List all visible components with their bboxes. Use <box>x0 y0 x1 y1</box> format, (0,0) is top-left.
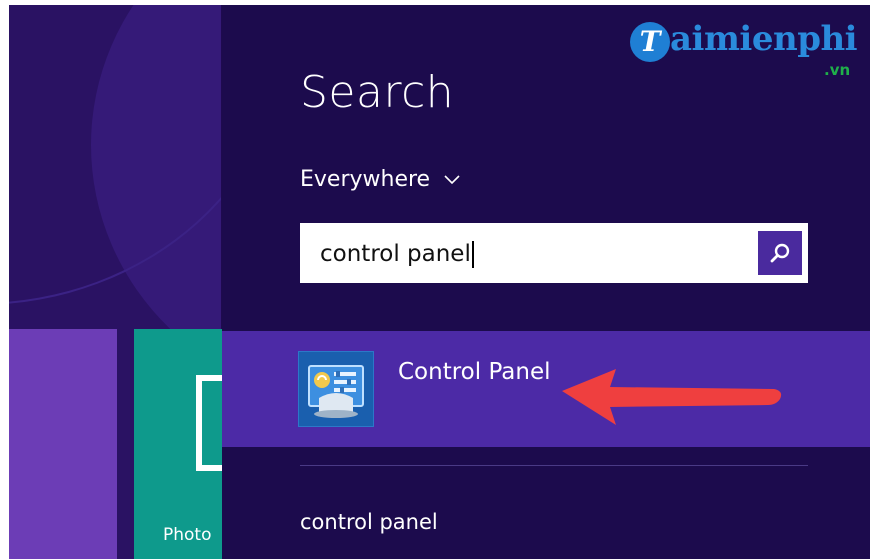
logo-suffix: .vn <box>824 61 851 79</box>
search-scope-label: Everywhere <box>300 167 431 192</box>
search-scope-dropdown[interactable]: Everywhere <box>300 167 460 192</box>
photos-tile[interactable]: Photo <box>134 329 234 559</box>
divider <box>300 465 808 466</box>
chevron-down-icon <box>444 174 460 185</box>
search-title: Search <box>300 67 455 118</box>
logo-badge: T <box>630 22 670 62</box>
search-button[interactable] <box>758 231 802 275</box>
text-caret <box>471 241 474 268</box>
photos-tile-label: Photo <box>163 525 212 545</box>
search-pane: Search Everywhere control panel Control … <box>222 5 870 559</box>
search-input-value: control panel <box>320 241 471 267</box>
magnifier-icon <box>770 243 790 263</box>
search-result-label: Control Panel <box>398 359 551 385</box>
search-suggestion[interactable]: control panel <box>300 510 438 534</box>
logo-wordmark: aimienphi <box>670 19 858 59</box>
control-panel-icon <box>298 351 374 427</box>
red-arrow-annotation <box>562 369 782 425</box>
taimienphi-logo: T aimienphi .vn <box>630 17 870 87</box>
start-tile[interactable] <box>9 329 117 559</box>
windows-screen: Photo Search Everywhere control panel Co… <box>9 5 870 559</box>
search-input[interactable]: control panel <box>300 223 808 283</box>
